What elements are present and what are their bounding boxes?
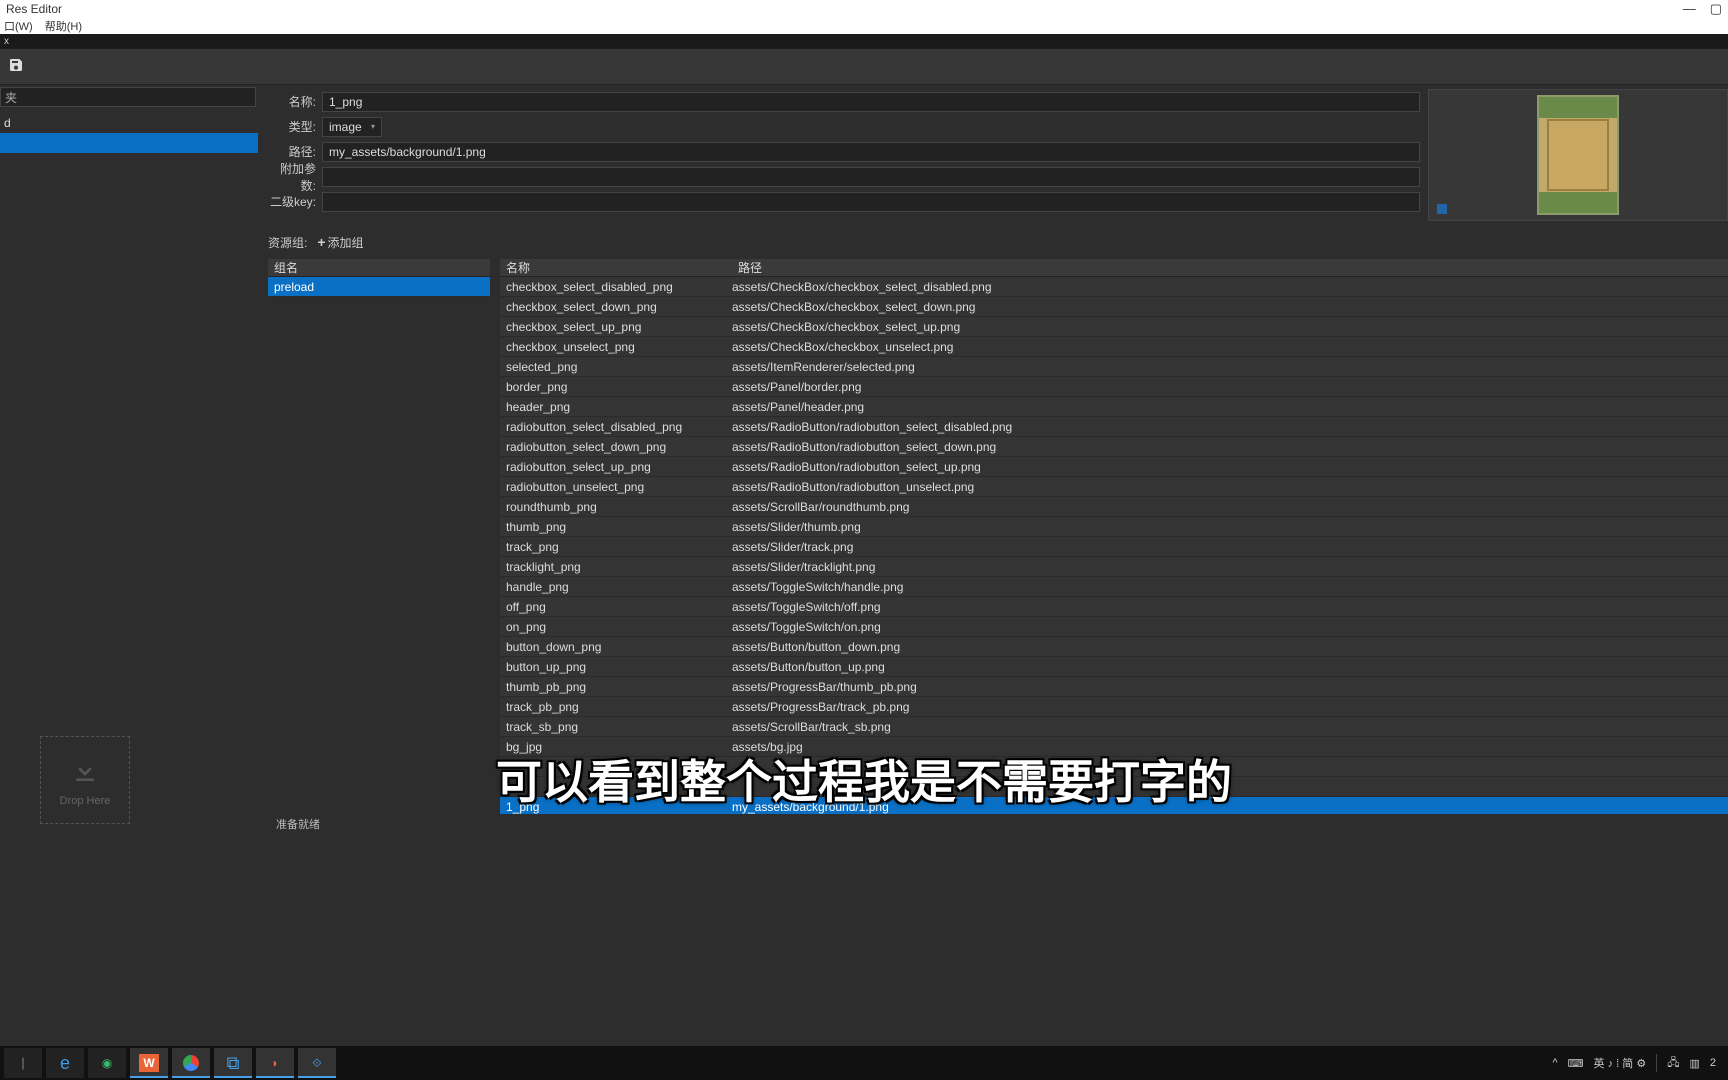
maximize-button[interactable]: ▢ — [1710, 1, 1722, 17]
taskbar-vscode[interactable]: ⧉ — [214, 1048, 252, 1078]
file-row[interactable]: radiobutton_select_disabled_pngassets/Ra… — [500, 417, 1728, 437]
tree-root[interactable]: d — [0, 113, 258, 133]
group-header: 组名 — [268, 259, 490, 277]
drop-zone[interactable]: Drop Here — [40, 736, 130, 824]
save-icon[interactable] — [8, 57, 24, 76]
add-group-label: 添加组 — [328, 234, 364, 251]
plus-icon: + — [317, 234, 325, 250]
file-row[interactable]: radiobutton_select_up_pngassets/RadioBut… — [500, 457, 1728, 477]
file-row[interactable]: thumb_pngassets/Slider/thumb.png — [500, 517, 1728, 537]
file-row[interactable]: radiobutton_unselect_pngassets/RadioButt… — [500, 477, 1728, 497]
taskbar: ｜ e ◉ W ⧉ ◗ ⟐ ^ ⌨ 英 ♪ ⁞ 简 ⚙ 🖧 ▥ 2 — [0, 1046, 1728, 1080]
file-row[interactable]: track_sb_pngassets/ScrollBar/track_sb.pn… — [500, 717, 1728, 737]
status-text: 准备就绪 — [276, 816, 320, 832]
tray-battery-icon[interactable]: ▥ — [1689, 1057, 1699, 1070]
preview-thumbnail — [1537, 95, 1619, 215]
file-row[interactable]: track_pngassets/Slider/track.png — [500, 537, 1728, 557]
tray-network-icon[interactable]: 🖧 — [1667, 1054, 1679, 1073]
taskbar-app-orange[interactable]: W — [130, 1048, 168, 1078]
file-row[interactable]: radiobutton_select_down_pngassets/RadioB… — [500, 437, 1728, 457]
file-row[interactable]: on_pngassets/ToggleSwitch/on.png — [500, 617, 1728, 637]
taskbar-chrome[interactable] — [172, 1048, 210, 1078]
tray-caret-icon[interactable]: ^ — [1552, 1057, 1557, 1069]
chevron-down-icon: ▾ — [371, 122, 375, 131]
folder-search-input[interactable]: 夹 — [0, 87, 256, 107]
taskbar-app-green[interactable]: ◉ — [88, 1048, 126, 1078]
menu-window[interactable]: 口(W) — [4, 18, 33, 34]
menu-help[interactable]: 帮助(H) — [45, 18, 82, 34]
download-arrow-icon — [70, 753, 100, 789]
folder-tree[interactable]: d — [0, 113, 258, 726]
window-titlebar: Res Editor — ▢ — [0, 0, 1728, 18]
file-row[interactable]: roundthumb_pngassets/ScrollBar/roundthum… — [500, 497, 1728, 517]
path-input[interactable]: my_assets/background/1.png — [322, 142, 1420, 162]
menu-bar: 口(W) 帮助(H) — [0, 18, 1728, 34]
system-tray[interactable]: ^ ⌨ 英 ♪ ⁞ 简 ⚙ 🖧 ▥ 2 — [1552, 1054, 1724, 1073]
tab-close-x[interactable]: x — [4, 36, 9, 47]
extra-label: 附加参数: — [268, 160, 316, 194]
taskbar-egret[interactable]: ⟐ — [298, 1048, 336, 1078]
file-row[interactable]: off_pngassets/ToggleSwitch/off.png — [500, 597, 1728, 617]
file-row[interactable] — [500, 757, 1728, 777]
file-row[interactable]: bg_jpgassets/bg.jpg — [500, 737, 1728, 757]
path-label: 路径: — [268, 143, 316, 160]
file-row[interactable]: thumb_pb_pngassets/ProgressBar/thumb_pb.… — [500, 677, 1728, 697]
type-label: 类型: — [268, 118, 316, 135]
tab-strip: x — [0, 34, 1728, 49]
preview-panel — [1428, 89, 1728, 221]
tree-selected-item[interactable] — [0, 133, 258, 153]
file-row[interactable]: button_down_pngassets/Button/button_down… — [500, 637, 1728, 657]
file-row[interactable]: checkbox_select_up_pngassets/CheckBox/ch… — [500, 317, 1728, 337]
name-label: 名称: — [268, 93, 316, 110]
file-table: 名称 路径 checkbox_select_disabled_pngassets… — [500, 259, 1728, 814]
group-row[interactable]: preload — [268, 277, 490, 297]
sidebar: 夹 d Drop Here — [0, 85, 258, 834]
file-row[interactable]: button_up_pngassets/Button/button_up.png — [500, 657, 1728, 677]
file-row[interactable]: track_pb_pngassets/ProgressBar/track_pb.… — [500, 697, 1728, 717]
key2-label: 二级key: — [268, 193, 316, 210]
tray-ime[interactable]: 英 ♪ ⁞ 简 ⚙ — [1594, 1055, 1647, 1071]
key2-input[interactable] — [322, 192, 1420, 212]
taskbar-app-dark[interactable]: ◗ — [256, 1048, 294, 1078]
type-select[interactable]: image▾ — [322, 117, 382, 137]
file-row[interactable]: header_pngassets/Panel/header.png — [500, 397, 1728, 417]
group-table: 组名 preload — [268, 259, 490, 814]
properties-panel: 名称: 1_png 类型: image▾ 路径: my_assets/backg… — [268, 89, 1420, 221]
window-title: Res Editor — [6, 2, 62, 16]
file-header-path: 路径 — [738, 259, 1722, 276]
tray-keyboard-icon[interactable]: ⌨ — [1568, 1057, 1584, 1070]
file-row[interactable]: checkbox_select_disabled_pngassets/Check… — [500, 277, 1728, 297]
taskbar-edge[interactable]: e — [46, 1048, 84, 1078]
file-row[interactable]: selected_pngassets/ItemRenderer/selected… — [500, 357, 1728, 377]
preview-checkbox[interactable] — [1437, 204, 1447, 214]
minimize-button[interactable]: — — [1683, 1, 1696, 17]
file-row[interactable]: 1_pngmy_assets/background/1.png — [500, 797, 1728, 814]
file-row[interactable]: checkbox_select_down_pngassets/CheckBox/… — [500, 297, 1728, 317]
group-label: 资源组: — [268, 234, 307, 251]
file-header-name: 名称 — [506, 259, 738, 276]
status-bar: 准备就绪 — [268, 814, 1728, 834]
file-row[interactable]: border_pngassets/Panel/border.png — [500, 377, 1728, 397]
file-row[interactable]: checkbox_unselect_pngassets/CheckBox/che… — [500, 337, 1728, 357]
name-input[interactable]: 1_png — [322, 92, 1420, 112]
taskbar-start[interactable]: ｜ — [4, 1048, 42, 1078]
file-row[interactable] — [500, 777, 1728, 797]
search-placeholder: 夹 — [5, 89, 17, 106]
add-group-button[interactable]: + 添加组 — [317, 234, 363, 251]
toolbar — [0, 49, 1728, 85]
tray-time[interactable]: 2 — [1710, 1057, 1716, 1069]
drop-label: Drop Here — [60, 795, 111, 807]
file-row[interactable]: tracklight_pngassets/Slider/tracklight.p… — [500, 557, 1728, 577]
extra-input[interactable] — [322, 167, 1420, 187]
file-row[interactable]: handle_pngassets/ToggleSwitch/handle.png — [500, 577, 1728, 597]
